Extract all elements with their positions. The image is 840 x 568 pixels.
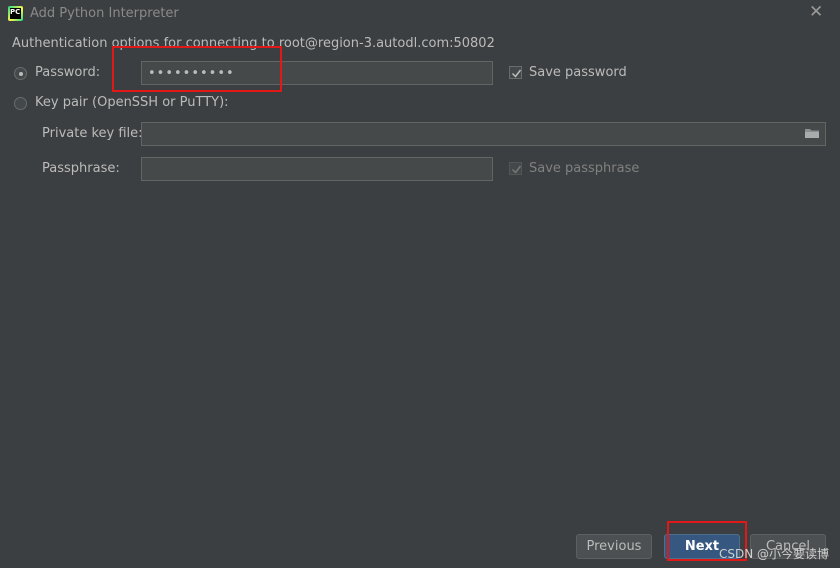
passphrase-input[interactable] <box>141 157 493 181</box>
checkmark-icon <box>511 69 522 78</box>
keypair-radio[interactable] <box>14 97 27 110</box>
window-title: Add Python Interpreter <box>30 6 179 21</box>
checkmark-icon <box>511 165 522 174</box>
auth-heading: Authentication options for connecting to… <box>12 36 495 51</box>
save-password-checkbox[interactable] <box>509 66 522 79</box>
password-label: Password: <box>35 65 101 80</box>
pycharm-icon: PC <box>8 6 23 21</box>
passphrase-label: Passphrase: <box>42 161 120 176</box>
save-password-label: Save password <box>529 65 627 80</box>
password-radio[interactable] <box>14 67 27 80</box>
save-passphrase-label: Save passphrase <box>529 161 640 176</box>
save-passphrase-checkbox[interactable] <box>509 162 522 175</box>
watermark: CSDN @小今要读博 <box>718 547 829 561</box>
password-input[interactable] <box>141 61 493 85</box>
folder-icon[interactable] <box>804 126 820 140</box>
keypair-label: Key pair (OpenSSH or PuTTY): <box>35 95 229 110</box>
previous-button[interactable]: Previous <box>576 534 652 559</box>
private-key-label: Private key file: <box>42 126 143 141</box>
private-key-input[interactable] <box>141 122 826 146</box>
radio-selected-dot <box>18 71 23 76</box>
close-icon[interactable]: ✕ <box>809 4 823 21</box>
